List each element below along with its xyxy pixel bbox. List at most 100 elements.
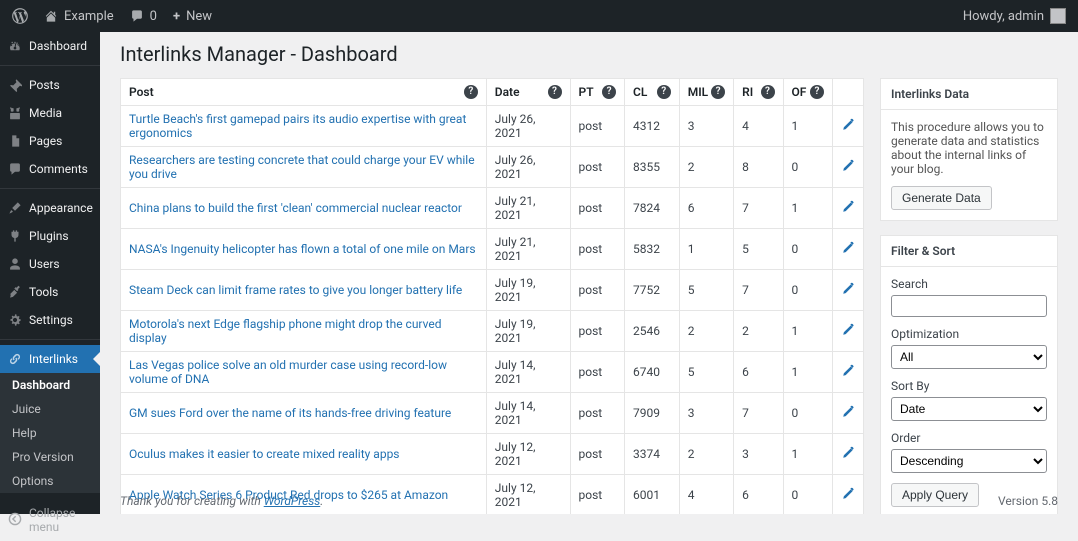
site-link[interactable]: Example <box>36 0 122 32</box>
sortby-select[interactable]: Date <box>891 397 1047 421</box>
wordpress-icon <box>12 8 28 24</box>
post-link[interactable]: Researchers are testing concrete that co… <box>129 153 475 181</box>
menu-users[interactable]: Users <box>0 250 100 278</box>
menu-comments[interactable]: Comments <box>0 155 100 183</box>
cell-pt: post <box>570 106 625 147</box>
edit-icon[interactable] <box>841 241 855 255</box>
help-icon[interactable]: ? <box>761 85 775 99</box>
optimization-select[interactable]: All <box>891 345 1047 369</box>
cell-cl: 4312 <box>625 106 680 147</box>
help-icon[interactable]: ? <box>602 85 616 99</box>
post-link[interactable]: Las Vegas police solve an old murder cas… <box>129 358 447 386</box>
cell-cl: 5832 <box>625 229 680 270</box>
cell-cl: 6740 <box>625 352 680 393</box>
submenu-dashboard[interactable]: Dashboard <box>0 373 100 397</box>
cell-pt: post <box>570 311 625 352</box>
th-ri[interactable]: RI? <box>734 79 783 106</box>
cell-ri: 6 <box>734 352 783 393</box>
cell-of: 1 <box>783 106 832 147</box>
edit-icon[interactable] <box>841 364 855 378</box>
table-row: Las Vegas police solve an old murder cas… <box>121 352 864 393</box>
submenu-help[interactable]: Help <box>0 421 100 445</box>
edit-icon[interactable] <box>841 282 855 296</box>
menu-interlinks[interactable]: Interlinks <box>0 345 100 373</box>
menu-media[interactable]: Media <box>0 99 100 127</box>
plugin-icon <box>8 229 22 243</box>
post-link[interactable]: NASA's Ingenuity helicopter has flown a … <box>129 242 476 256</box>
page-icon <box>8 134 22 148</box>
cell-date: July 19, 2021 <box>486 270 570 311</box>
new-content-menu[interactable]: + New <box>165 0 220 32</box>
menu-appearance[interactable]: Appearance <box>0 194 100 222</box>
wordpress-link[interactable]: WordPress <box>264 494 321 508</box>
menu-label: Pages <box>29 134 62 148</box>
submenu-juice[interactable]: Juice <box>0 397 100 421</box>
cell-cl: 2546 <box>625 311 680 352</box>
wordpress-logo-menu[interactable] <box>4 0 36 32</box>
menu-label: Appearance <box>29 201 93 215</box>
menu-settings[interactable]: Settings <box>0 306 100 334</box>
cell-date: July 19, 2021 <box>486 311 570 352</box>
cell-date: July 21, 2021 <box>486 188 570 229</box>
table-row: Oculus makes it easier to create mixed r… <box>121 434 864 475</box>
post-link[interactable]: Motorola's next Edge flagship phone migh… <box>129 317 441 345</box>
post-link[interactable]: China plans to build the first 'clean' c… <box>129 201 462 215</box>
search-input[interactable] <box>891 295 1047 317</box>
order-label: Order <box>891 431 1047 445</box>
menu-tools[interactable]: Tools <box>0 278 100 306</box>
cell-of: 1 <box>783 188 832 229</box>
help-icon[interactable]: ? <box>810 85 824 99</box>
comment-icon <box>8 162 22 176</box>
submenu-options[interactable]: Options <box>0 469 100 493</box>
th-date[interactable]: Date? <box>486 79 570 106</box>
edit-icon[interactable] <box>841 200 855 214</box>
menu-plugins[interactable]: Plugins <box>0 222 100 250</box>
table-row: NASA's Ingenuity helicopter has flown a … <box>121 229 864 270</box>
help-icon[interactable]: ? <box>657 85 671 99</box>
comments-link[interactable]: 0 <box>122 0 165 32</box>
help-icon[interactable]: ? <box>548 85 562 99</box>
post-link[interactable]: GM sues Ford over the name of its hands-… <box>129 406 451 420</box>
edit-icon[interactable] <box>841 405 855 419</box>
menu-label: Media <box>29 106 62 120</box>
th-pt[interactable]: PT? <box>570 79 625 106</box>
cell-date: July 26, 2021 <box>486 147 570 188</box>
edit-icon[interactable] <box>841 323 855 337</box>
th-post[interactable]: Post? <box>121 79 487 106</box>
th-of[interactable]: OF? <box>783 79 832 106</box>
post-link[interactable]: Steam Deck can limit frame rates to give… <box>129 283 462 297</box>
page-title: Interlinks Manager - Dashboard <box>120 42 1058 66</box>
menu-separator <box>0 65 100 66</box>
cell-of: 1 <box>783 352 832 393</box>
help-icon[interactable]: ? <box>464 85 478 99</box>
media-icon <box>8 106 22 120</box>
table-row: Motorola's next Edge flagship phone migh… <box>121 311 864 352</box>
cell-ri: 7 <box>734 188 783 229</box>
collapse-icon <box>8 512 22 529</box>
user-icon <box>8 257 22 271</box>
edit-icon[interactable] <box>841 118 855 132</box>
submenu-pro-version[interactable]: Pro Version <box>0 445 100 469</box>
cell-cl: 7824 <box>625 188 680 229</box>
table-row: China plans to build the first 'clean' c… <box>121 188 864 229</box>
th-mil[interactable]: MIL? <box>679 79 733 106</box>
menu-posts[interactable]: Posts <box>0 71 100 99</box>
help-icon[interactable]: ? <box>711 85 725 99</box>
edit-icon[interactable] <box>841 446 855 460</box>
order-select[interactable]: Descending <box>891 449 1047 473</box>
edit-icon[interactable] <box>841 159 855 173</box>
howdy-account[interactable]: Howdy, admin <box>955 0 1074 32</box>
menu-dashboard[interactable]: Dashboard <box>0 32 100 60</box>
cell-mil: 5 <box>679 270 733 311</box>
cell-ri: 4 <box>734 106 783 147</box>
collapse-menu[interactable]: Collapse menu <box>0 499 100 541</box>
link-icon <box>8 352 22 366</box>
menu-pages[interactable]: Pages <box>0 127 100 155</box>
filter-sort-box: Filter & Sort Search Optimization All So… <box>880 235 1058 514</box>
post-link[interactable]: Oculus makes it easier to create mixed r… <box>129 447 400 461</box>
box-title: Interlinks Data <box>881 79 1057 110</box>
generate-data-button[interactable]: Generate Data <box>891 186 992 210</box>
th-cl[interactable]: CL? <box>625 79 680 106</box>
post-link[interactable]: Turtle Beach's first gamepad pairs its a… <box>129 112 466 140</box>
cell-pt: post <box>570 147 625 188</box>
